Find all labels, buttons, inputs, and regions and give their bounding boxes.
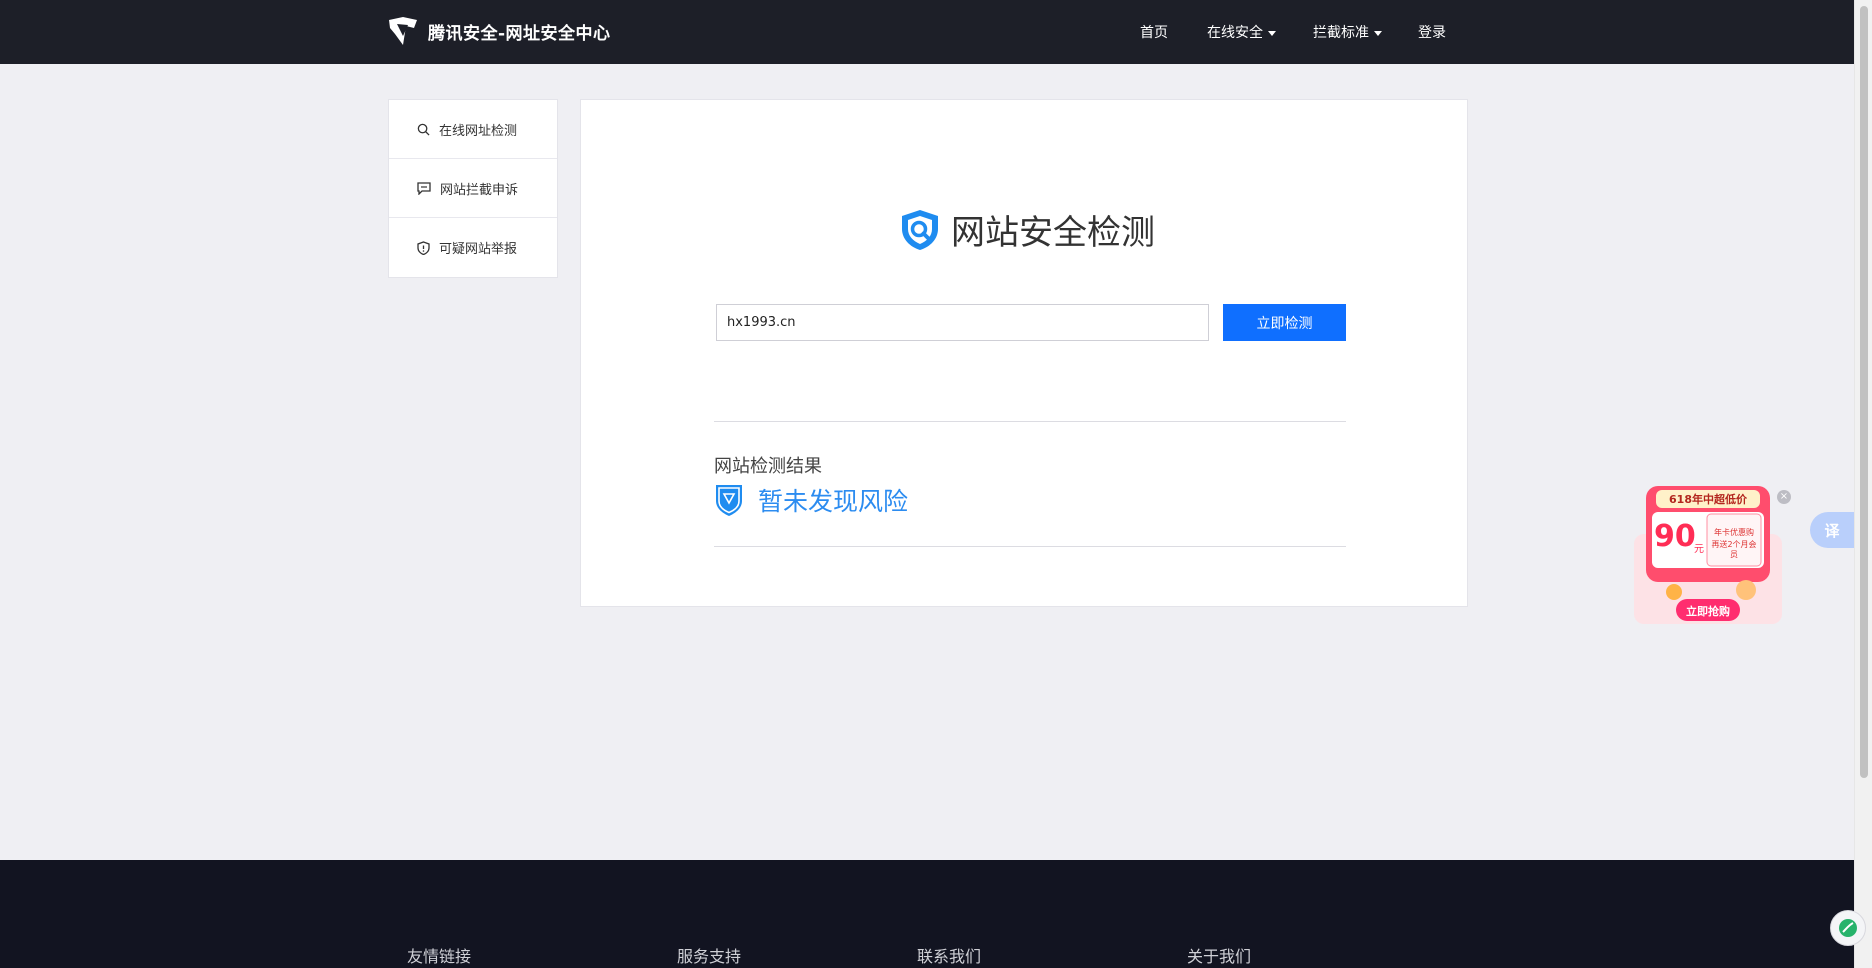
promo-cta-button[interactable]: 立即抢购 xyxy=(1676,603,1740,619)
result-status-text: 暂未发现风险 xyxy=(758,487,909,516)
sidebar-item-label: 网站拦截申诉 xyxy=(440,182,519,198)
footer: 友情链接 服务支持 联系我们 关于我们 xyxy=(0,860,1854,968)
result-status: 暂未发现风险 xyxy=(714,482,908,518)
result-label: 网站检测结果 xyxy=(714,456,822,477)
nav-online-security-label: 在线安全 xyxy=(1207,25,1263,41)
translate-button[interactable]: 译 xyxy=(1810,512,1854,548)
footer-about-us[interactable]: 关于我们 xyxy=(1187,943,1251,967)
nav-login[interactable]: 登录 xyxy=(1418,22,1446,42)
url-input[interactable] xyxy=(716,304,1209,341)
promo-tag: 618年中超低价 xyxy=(1669,493,1747,506)
footer-service-support[interactable]: 服务支持 xyxy=(677,943,741,967)
sidebar-item-label: 可疑网站举报 xyxy=(439,242,518,257)
promo-banner[interactable]: 618年中超低价 90 元 年卡优惠购 再送2个月会员 立即抢购 xyxy=(1634,484,1782,626)
nav-block-standard[interactable]: 拦截标准 xyxy=(1313,22,1382,42)
brand-logo[interactable]: 腾讯安全-网址安全中心 xyxy=(386,14,611,48)
page-scrollbar[interactable] xyxy=(1854,0,1872,968)
nav-home[interactable]: 首页 xyxy=(1140,22,1168,42)
promo-price: 90 xyxy=(1654,519,1696,554)
promo-price-unit: 元 xyxy=(1694,544,1704,555)
site-title: 腾讯安全-网址安全中心 xyxy=(428,23,611,44)
promo-line1: 年卡优惠购 xyxy=(1714,528,1754,537)
leaf-icon xyxy=(1839,919,1857,937)
message-icon xyxy=(417,181,431,195)
chevron-down-icon xyxy=(1268,30,1276,36)
safe-shield-icon xyxy=(716,485,742,516)
footer-contact-us[interactable]: 联系我们 xyxy=(917,943,981,967)
divider-bottom xyxy=(714,546,1346,547)
nav-block-standard-label: 拦截标准 xyxy=(1313,25,1369,41)
sidebar: 在线网址检测 网站拦截申诉 可疑网站举报 xyxy=(388,99,558,278)
shield-icon xyxy=(417,240,430,255)
sidebar-item-report[interactable]: 可疑网站举报 xyxy=(389,218,557,277)
search-icon xyxy=(417,123,430,136)
assistant-icon[interactable] xyxy=(1830,910,1866,946)
shield-search-icon xyxy=(902,209,938,250)
tencent-security-logo-icon xyxy=(389,17,417,45)
sidebar-item-url-check[interactable]: 在线网址检测 xyxy=(389,100,557,159)
promo-close-icon[interactable]: × xyxy=(1777,490,1791,504)
footer-friend-links[interactable]: 友情链接 xyxy=(407,943,471,967)
nav-online-security[interactable]: 在线安全 xyxy=(1207,22,1276,42)
sidebar-item-label: 在线网址检测 xyxy=(439,123,518,139)
check-now-button[interactable]: 立即检测 xyxy=(1223,304,1346,341)
scrollbar-thumb[interactable] xyxy=(1860,6,1868,778)
sidebar-item-appeal[interactable]: 网站拦截申诉 xyxy=(389,159,557,218)
check-panel: 网站安全检测 立即检测 网站检测结果 暂未发现风险 xyxy=(580,99,1468,607)
divider-top xyxy=(714,421,1346,422)
top-navbar: 腾讯安全-网址安全中心 首页 在线安全 拦截标准 登录 xyxy=(0,0,1854,64)
page-heading: 网站安全检测 xyxy=(897,205,1155,254)
promo-line2: 再送2个月会员 xyxy=(1711,540,1757,560)
page-title: 网站安全检测 xyxy=(951,213,1155,253)
chevron-down-icon xyxy=(1374,30,1382,36)
